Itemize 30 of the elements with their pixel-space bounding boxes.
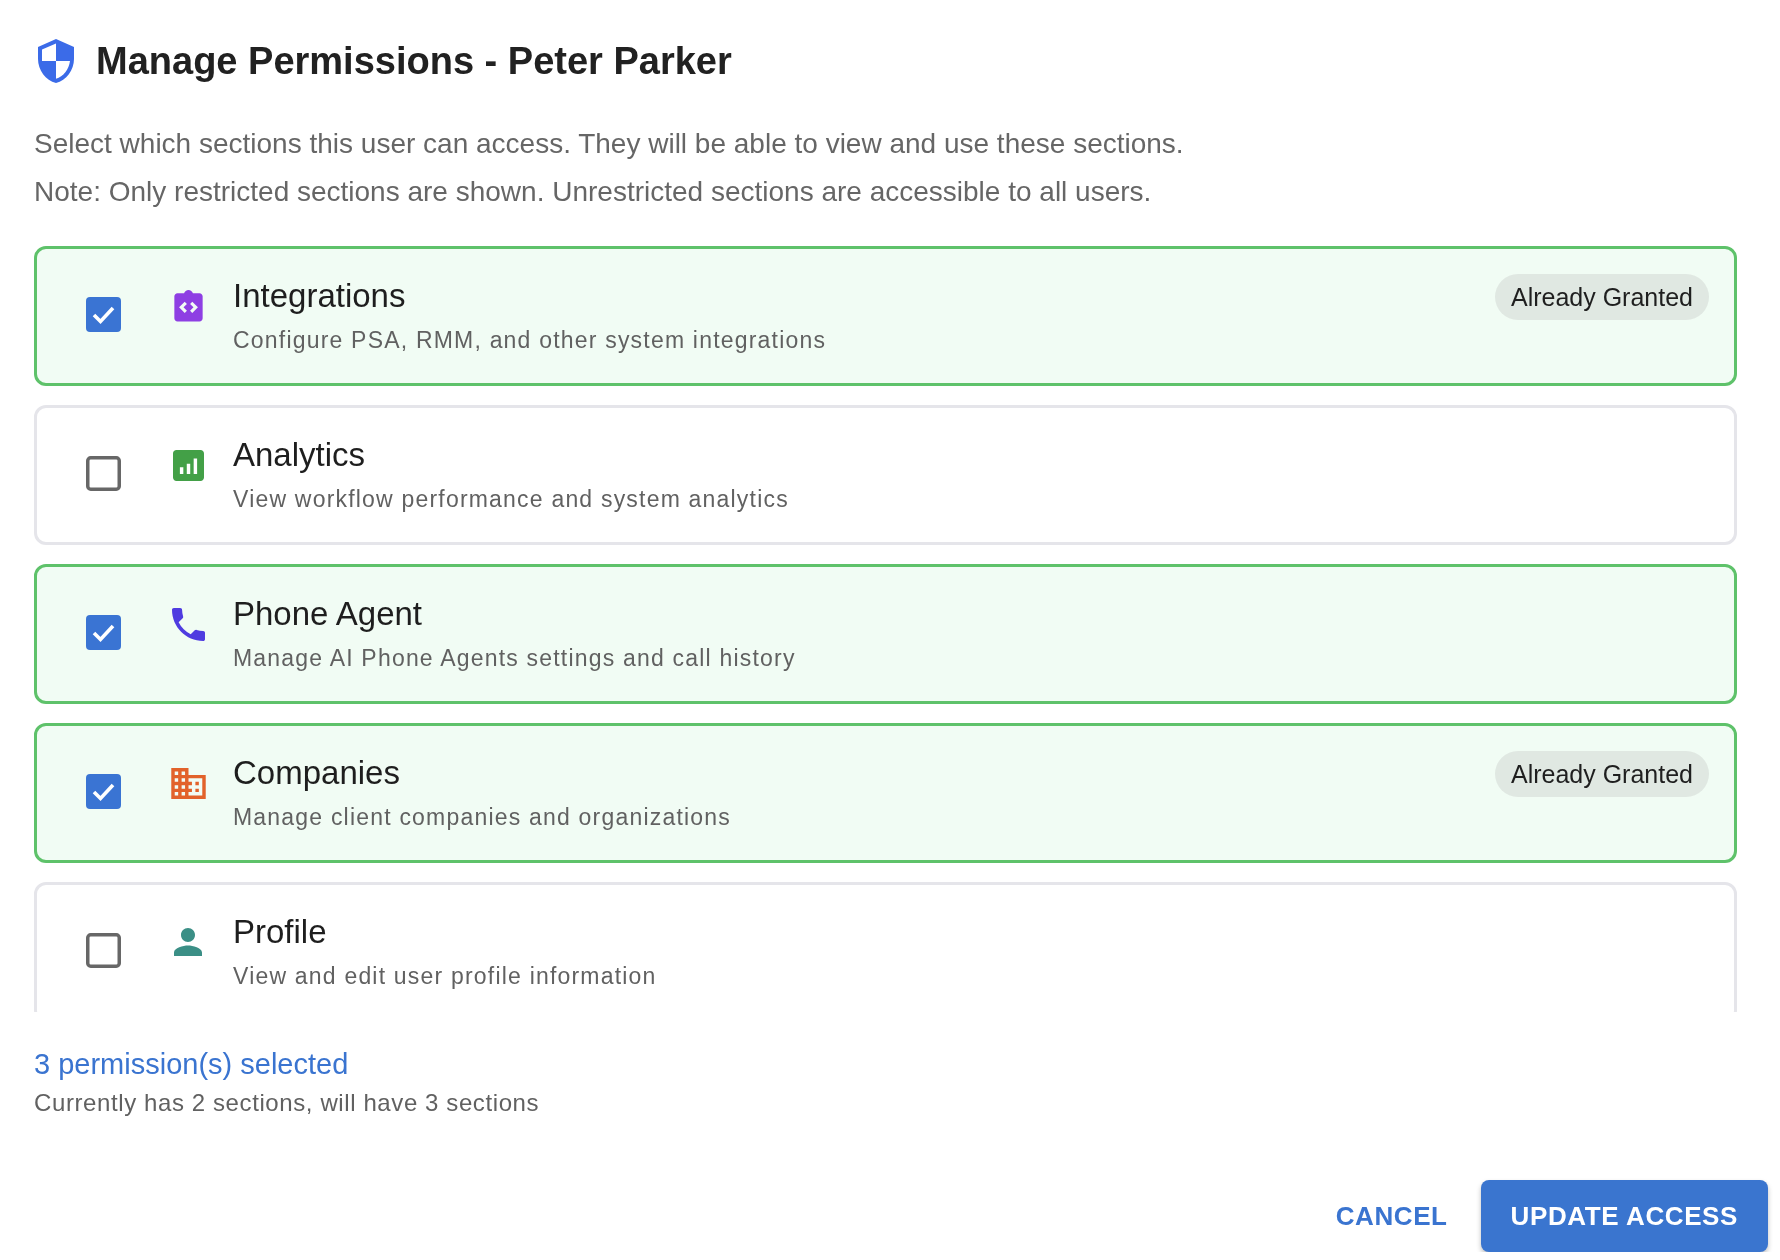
section-title: Profile	[233, 912, 328, 951]
section-title: Integrations	[233, 276, 407, 315]
shield-icon	[38, 39, 74, 83]
permission-card[interactable]: Analytics View workflow performance and system analytics	[34, 405, 1737, 545]
section-description: Manage client companies and organizations	[233, 803, 732, 832]
description-text: Select which sections this user can access. They will be able to view and use these sections.	[34, 127, 1185, 161]
checkbox[interactable]	[86, 296, 121, 332]
checkbox[interactable]	[86, 773, 121, 809]
permission-card[interactable]: Phone Agent Manage AI Phone Agents settings and call history	[34, 564, 1737, 704]
section-description: View and edit user profile information	[233, 962, 658, 991]
checkbox[interactable]	[86, 455, 121, 491]
checkbox[interactable]	[86, 932, 121, 968]
section-title: Companies	[233, 753, 401, 792]
permission-card[interactable]: Companies Manage client companies and organizations Already Granted	[34, 723, 1737, 863]
selection-count: 3 permission(s) selected	[34, 1047, 350, 1081]
section-description: View workflow performance and system analytics	[233, 485, 790, 514]
section-description: Configure PSA, RMM, and other system integrations	[233, 326, 828, 355]
cancel-button[interactable]: CANCEL	[1319, 1188, 1464, 1244]
section-title: Analytics	[233, 435, 367, 474]
granted-badge: Already Granted	[1494, 274, 1709, 320]
permission-card[interactable]: Integrations Configure PSA, RMM, and other system integrations Already Granted	[34, 246, 1737, 386]
dialog-title: Manage Permissions - Peter Parker	[96, 39, 732, 83]
permission-card[interactable]: Profile View and edit user profile information	[34, 882, 1737, 1012]
section-title: Phone Agent	[233, 594, 423, 633]
checkbox[interactable]	[86, 614, 121, 650]
description-text: Note: Only restricted sections are shown. Unrestricted sections are accessible to all users.	[34, 175, 1153, 209]
update-access-button[interactable]: UPDATE ACCESS	[1480, 1180, 1768, 1252]
granted-badge: Already Granted	[1494, 751, 1709, 797]
selection-summary: Currently has 2 sections, will have 3 sections	[34, 1088, 541, 1118]
section-description: Manage AI Phone Agents settings and call history	[233, 644, 797, 673]
